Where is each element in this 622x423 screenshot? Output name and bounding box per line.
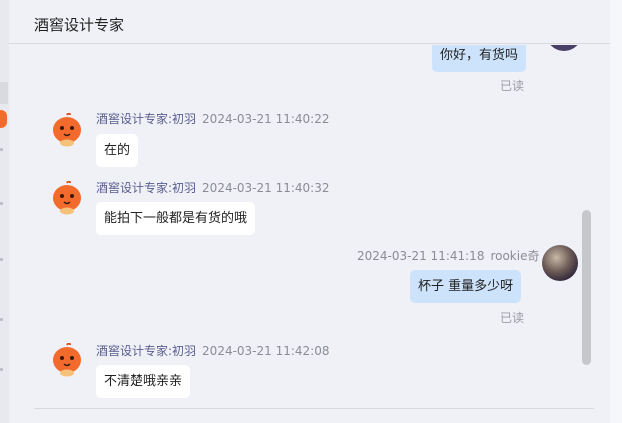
message-time: 2024-03-21 11:42:08 xyxy=(202,344,330,358)
sidebar-tick xyxy=(0,368,3,371)
chat-title: 酒窖设计专家 xyxy=(34,16,125,34)
message-time: 2024-03-21 11:40:32 xyxy=(202,181,330,195)
message-time: 2024-03-21 11:40:22 xyxy=(202,112,330,126)
sidebar-mascot-icon[interactable] xyxy=(0,110,7,128)
right-edge xyxy=(610,0,622,423)
message-bubble-outgoing[interactable]: 杯子 重量多少呀 xyxy=(410,270,522,303)
agent-avatar-icon[interactable] xyxy=(51,181,83,215)
agent-avatar-icon[interactable] xyxy=(51,113,83,147)
message-meta: 酒窖设计专家:初羽 2024-03-21 11:40:22 xyxy=(96,110,330,127)
read-status: 已读 xyxy=(500,311,525,325)
user-avatar[interactable] xyxy=(542,245,578,281)
message-bubble-incoming[interactable]: 能拍下一般都是有货的哦 xyxy=(96,202,256,235)
message-bubble-incoming[interactable]: 不清楚哦亲亲 xyxy=(96,365,191,398)
sender-name: 酒窖设计专家:初羽 xyxy=(96,112,197,126)
read-status: 已读 xyxy=(500,79,525,93)
message-meta: 2024-03-21 11:41:18 rookie奇 xyxy=(357,247,539,264)
message-meta: 酒窖设计专家:初羽 2024-03-21 11:42:08 xyxy=(96,342,330,359)
user-avatar[interactable] xyxy=(546,45,582,51)
sidebar-tick xyxy=(0,202,3,205)
sender-name: rookie奇 xyxy=(490,249,540,263)
sender-name: 酒窖设计专家:初羽 xyxy=(96,344,197,358)
sidebar-tab-edge[interactable] xyxy=(0,82,8,104)
agent-avatar-icon[interactable] xyxy=(51,343,83,377)
input-divider xyxy=(34,408,594,409)
sender-name: 酒窖设计专家:初羽 xyxy=(96,181,197,195)
sidebar-tick xyxy=(0,148,3,151)
message-bubble-outgoing[interactable]: 你好，有货吗 xyxy=(432,45,527,72)
left-sidebar-edge xyxy=(0,0,9,423)
message-time: 2024-03-21 11:41:18 xyxy=(357,249,485,263)
sidebar-tick xyxy=(0,318,3,321)
chat-scrollbar[interactable] xyxy=(582,210,591,365)
message-bubble-incoming[interactable]: 在的 xyxy=(96,134,139,167)
sidebar-tick xyxy=(0,258,3,261)
message-list[interactable]: 你好，有货吗 已读 酒窖设计专家:初羽 2024-03-21 11:40:22 在… xyxy=(9,45,610,407)
chat-panel: 酒窖设计专家 你好，有货吗 已读 酒窖设计专家:初羽 2024-03-21 11:… xyxy=(9,0,610,423)
chat-header: 酒窖设计专家 xyxy=(9,0,610,44)
message-meta: 酒窖设计专家:初羽 2024-03-21 11:40:32 xyxy=(96,179,330,196)
